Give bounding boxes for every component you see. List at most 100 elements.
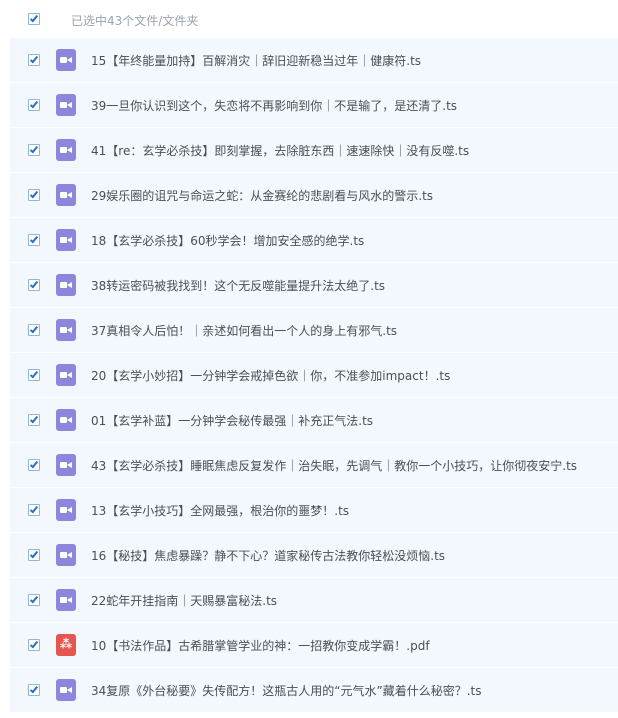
file-row[interactable]: 37真相令人后怕！｜亲述如何看出一个人的身上有邪气.ts — [10, 308, 618, 353]
camera-lens-icon — [67, 507, 72, 513]
file-row[interactable]: 34复原《外台秘要》失传配方！这瓶古人用的“元气水”藏着什么秘密？.ts — [10, 668, 618, 713]
video-file-icon — [56, 409, 76, 431]
file-checkbox[interactable] — [28, 279, 40, 291]
camera-body-icon — [60, 552, 67, 558]
video-file-icon — [56, 454, 76, 476]
camera-lens-icon — [67, 102, 72, 108]
file-checkbox[interactable] — [28, 189, 40, 201]
video-file-icon — [56, 319, 76, 341]
checkmark-icon — [29, 684, 39, 694]
acrobat-glyph-icon: ⁂ — [59, 637, 73, 651]
file-name[interactable]: 16【秘技】焦虑暴躁？静不下心？道家秘传古法教你轻松没烦恼.ts — [91, 547, 445, 564]
checkmark-icon — [29, 414, 39, 424]
checkmark-icon — [29, 369, 39, 379]
camera-lens-icon — [67, 57, 72, 63]
file-checkbox[interactable] — [28, 324, 40, 336]
file-row[interactable]: 38转运密码被我找到！这个无反噬能量提升法太绝了.ts — [10, 263, 618, 308]
file-row[interactable]: 43【玄学必杀技】睡眠焦虑反复发作｜治失眠，先调气｜教你一个小技巧，让你彻夜安宁… — [10, 443, 618, 488]
file-row[interactable]: ⁂ 10【书法作品】古希腊掌管学业的神：一招教你变成学霸！.pdf — [10, 623, 618, 668]
selection-header: 已选中43个文件/文件夹 — [0, 0, 618, 38]
file-row[interactable]: 01【玄学补蓝】一分钟学会秘传最强｜补充正气法.ts — [10, 398, 618, 443]
file-checkbox[interactable] — [28, 54, 40, 66]
file-row[interactable]: 29娱乐圈的诅咒与命运之蛇：从金赛纶的悲剧看与风水的警示.ts — [10, 173, 618, 218]
camera-body-icon — [60, 147, 67, 153]
file-row[interactable]: 15【年终能量加持】百解消灾｜辞旧迎新稳当过年｜健康符.ts — [10, 38, 618, 83]
video-file-icon — [56, 364, 76, 386]
camera-lens-icon — [67, 597, 72, 603]
camera-lens-icon — [67, 327, 72, 333]
file-row[interactable]: 22蛇年开挂指南｜天赐暴富秘法.ts — [10, 578, 618, 623]
camera-lens-icon — [67, 687, 72, 693]
file-name[interactable]: 34复原《外台秘要》失传配方！这瓶古人用的“元气水”藏着什么秘密？.ts — [91, 682, 481, 699]
checkmark-icon — [29, 13, 39, 23]
checkmark-icon — [29, 459, 39, 469]
checkmark-icon — [29, 54, 39, 64]
camera-body-icon — [60, 282, 67, 288]
checkmark-icon — [29, 234, 39, 244]
file-name[interactable]: 10【书法作品】古希腊掌管学业的神：一招教你变成学霸！.pdf — [91, 637, 430, 654]
file-list-page: 已选中43个文件/文件夹 15【年终能量加持】百解消灾｜辞旧迎新稳当过年｜健康符… — [0, 0, 618, 718]
file-checkbox[interactable] — [28, 369, 40, 381]
camera-body-icon — [60, 597, 67, 603]
file-name[interactable]: 20【玄学小妙招】一分钟学会戒掉色欲｜你，不准参加impact！.ts — [91, 367, 450, 384]
file-checkbox[interactable] — [28, 594, 40, 606]
camera-lens-icon — [67, 462, 72, 468]
file-checkbox[interactable] — [28, 144, 40, 156]
camera-lens-icon — [67, 417, 72, 423]
checkmark-icon — [29, 144, 39, 154]
camera-lens-icon — [67, 372, 72, 378]
file-list: 15【年终能量加持】百解消灾｜辞旧迎新稳当过年｜健康符.ts 39一旦你认识到这个… — [10, 38, 618, 713]
file-row[interactable]: 18【玄学必杀技】60秒学会！增加安全感的绝学.ts — [10, 218, 618, 263]
file-checkbox[interactable] — [28, 459, 40, 471]
file-name[interactable]: 43【玄学必杀技】睡眠焦虑反复发作｜治失眠，先调气｜教你一个小技巧，让你彻夜安宁… — [91, 457, 577, 474]
video-file-icon — [56, 139, 76, 161]
file-checkbox[interactable] — [28, 504, 40, 516]
file-name[interactable]: 15【年终能量加持】百解消灾｜辞旧迎新稳当过年｜健康符.ts — [91, 52, 421, 69]
video-file-icon — [56, 229, 76, 251]
video-file-icon — [56, 499, 76, 521]
file-name[interactable]: 13【玄学小技巧】全网最强，根治你的噩梦！.ts — [91, 502, 349, 519]
checkmark-icon — [29, 324, 39, 334]
camera-body-icon — [60, 462, 67, 468]
file-row[interactable]: 41【re：玄学必杀技】即刻掌握，去除脏东西｜速速除快｜没有反噬.ts — [10, 128, 618, 173]
file-name[interactable]: 37真相令人后怕！｜亲述如何看出一个人的身上有邪气.ts — [91, 322, 397, 339]
file-checkbox[interactable] — [28, 639, 40, 651]
file-checkbox[interactable] — [28, 414, 40, 426]
camera-body-icon — [60, 417, 67, 423]
pdf-file-icon: ⁂ — [56, 634, 76, 656]
file-checkbox[interactable] — [28, 99, 40, 111]
camera-lens-icon — [67, 282, 72, 288]
checkmark-icon — [29, 639, 39, 649]
checkmark-icon — [29, 549, 39, 559]
camera-lens-icon — [67, 552, 72, 558]
file-name[interactable]: 01【玄学补蓝】一分钟学会秘传最强｜补充正气法.ts — [91, 412, 373, 429]
camera-body-icon — [60, 57, 67, 63]
video-file-icon — [56, 589, 76, 611]
video-file-icon — [56, 544, 76, 566]
file-checkbox[interactable] — [28, 684, 40, 696]
file-name[interactable]: 38转运密码被我找到！这个无反噬能量提升法太绝了.ts — [91, 277, 385, 294]
file-row[interactable]: 20【玄学小妙招】一分钟学会戒掉色欲｜你，不准参加impact！.ts — [10, 353, 618, 398]
video-file-icon — [56, 49, 76, 71]
video-file-icon — [56, 184, 76, 206]
checkmark-icon — [29, 99, 39, 109]
select-all-checkbox[interactable] — [28, 13, 40, 25]
file-name[interactable]: 39一旦你认识到这个，失恋将不再影响到你｜不是输了，是还清了.ts — [91, 97, 457, 114]
file-checkbox[interactable] — [28, 549, 40, 561]
camera-body-icon — [60, 192, 67, 198]
file-name[interactable]: 29娱乐圈的诅咒与命运之蛇：从金赛纶的悲剧看与风水的警示.ts — [91, 187, 433, 204]
file-row[interactable]: 16【秘技】焦虑暴躁？静不下心？道家秘传古法教你轻松没烦恼.ts — [10, 533, 618, 578]
file-name[interactable]: 22蛇年开挂指南｜天赐暴富秘法.ts — [91, 592, 277, 609]
camera-lens-icon — [67, 192, 72, 198]
file-checkbox[interactable] — [28, 234, 40, 246]
file-row[interactable]: 39一旦你认识到这个，失恋将不再影响到你｜不是输了，是还清了.ts — [10, 83, 618, 128]
checkmark-icon — [29, 189, 39, 199]
video-file-icon — [56, 679, 76, 701]
file-row[interactable]: 13【玄学小技巧】全网最强，根治你的噩梦！.ts — [10, 488, 618, 533]
file-name[interactable]: 41【re：玄学必杀技】即刻掌握，去除脏东西｜速速除快｜没有反噬.ts — [91, 142, 469, 159]
camera-body-icon — [60, 237, 67, 243]
checkmark-icon — [29, 279, 39, 289]
video-file-icon — [56, 274, 76, 296]
file-name[interactable]: 18【玄学必杀技】60秒学会！增加安全感的绝学.ts — [91, 232, 364, 249]
camera-body-icon — [60, 327, 67, 333]
